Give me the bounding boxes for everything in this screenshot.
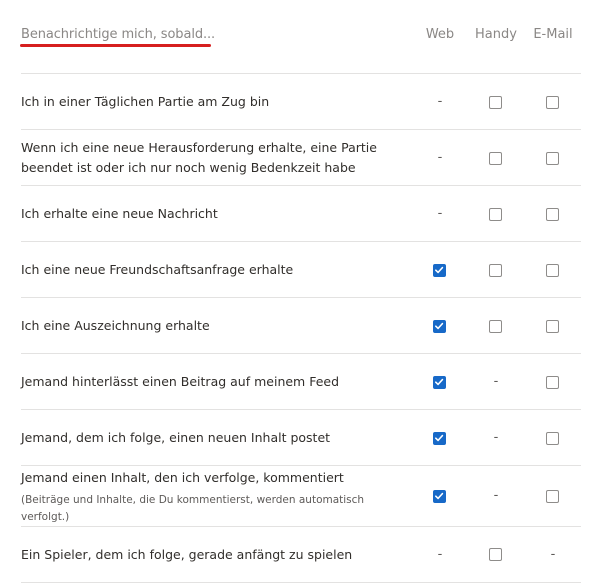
- setting-label: Ich erhalte eine neue Nachricht: [21, 206, 218, 221]
- mobile-unavailable-dash: -: [493, 488, 499, 503]
- web-unavailable-dash: -: [437, 206, 443, 221]
- section-title: Benachrichtige mich, sobald...: [21, 27, 216, 42]
- checkmark-icon: [435, 266, 444, 274]
- setting-row: Ich eine Auszeichnung erhalte: [21, 297, 581, 354]
- email-checkbox[interactable]: [546, 152, 560, 166]
- web-unavailable-dash: -: [437, 150, 443, 165]
- setting-row: Ich erhalte eine neue Nachricht -: [21, 185, 581, 242]
- setting-row: Ich eine neue Freundschaftsanfrage erhal…: [21, 241, 581, 298]
- checkmark-icon: [435, 434, 444, 442]
- web-checkbox[interactable]: [433, 490, 447, 504]
- settings-header: Benachrichtige mich, sobald... Web Handy…: [0, 0, 606, 74]
- setting-row: Jemand einen Inhalt, den ich verfolge, k…: [21, 465, 581, 527]
- setting-label: Ich eine neue Freundschaftsanfrage erhal…: [21, 262, 294, 277]
- mobile-checkbox[interactable]: [489, 96, 503, 110]
- column-header-mobile: Handy: [475, 27, 517, 42]
- setting-label-line: Wenn ich eine neue Herausforderung erhal…: [21, 140, 377, 155]
- active-tab-underline: [20, 44, 211, 47]
- web-checkbox[interactable]: [433, 320, 447, 334]
- checkmark-icon: [435, 322, 444, 330]
- mobile-unavailable-dash: -: [493, 430, 499, 445]
- mobile-checkbox[interactable]: [489, 208, 503, 222]
- email-unavailable-dash: -: [550, 547, 556, 562]
- column-header-web: Web: [425, 27, 455, 42]
- setting-label-line: beendet ist oder ich nur noch wenig Bede…: [21, 160, 356, 175]
- mobile-checkbox[interactable]: [489, 548, 503, 562]
- setting-label: Ich in einer Täglichen Partie am Zug bin: [21, 94, 270, 109]
- web-unavailable-dash: -: [437, 94, 443, 109]
- setting-label: Jemand, dem ich folge, einen neuen Inhal…: [21, 430, 331, 445]
- email-checkbox[interactable]: [546, 208, 560, 222]
- mobile-checkbox[interactable]: [489, 152, 503, 166]
- setting-note-line: (Beiträge und Inhalte, die Du kommentier…: [21, 494, 365, 506]
- checkmark-icon: [435, 378, 444, 386]
- setting-label: Jemand einen Inhalt, den ich verfolge, k…: [21, 470, 344, 485]
- setting-row: Ein Spieler, dem ich folge, gerade anfän…: [21, 526, 581, 583]
- bottom-divider: [21, 582, 581, 583]
- web-checkbox[interactable]: [433, 264, 447, 278]
- setting-row: Ich in einer Täglichen Partie am Zug bin…: [21, 73, 581, 130]
- setting-row: Jemand hinterlässt einen Beitrag auf mei…: [21, 353, 581, 410]
- setting-label: Jemand hinterlässt einen Beitrag auf mei…: [21, 374, 340, 389]
- email-checkbox[interactable]: [546, 320, 560, 334]
- web-unavailable-dash: -: [437, 547, 443, 562]
- email-checkbox[interactable]: [546, 432, 560, 446]
- email-checkbox[interactable]: [546, 376, 560, 390]
- setting-note-line: verfolgt.): [21, 511, 70, 523]
- mobile-checkbox[interactable]: [489, 320, 503, 334]
- web-checkbox[interactable]: [433, 376, 447, 390]
- setting-label: Ich eine Auszeichnung erhalte: [21, 318, 210, 333]
- setting-row: Wenn ich eine neue Herausforderung erhal…: [21, 129, 581, 186]
- email-checkbox[interactable]: [546, 490, 560, 504]
- setting-label: Ein Spieler, dem ich folge, gerade anfän…: [21, 547, 353, 562]
- mobile-unavailable-dash: -: [493, 374, 499, 389]
- web-checkbox[interactable]: [433, 432, 447, 446]
- checkmark-icon: [435, 492, 444, 500]
- email-checkbox[interactable]: [546, 264, 560, 278]
- notification-settings-panel: Benachrichtige mich, sobald... Web Handy…: [0, 0, 606, 584]
- column-header-email: E-Mail: [533, 27, 573, 42]
- setting-row: Jemand, dem ich folge, einen neuen Inhal…: [21, 409, 581, 466]
- mobile-checkbox[interactable]: [489, 264, 503, 278]
- email-checkbox[interactable]: [546, 96, 560, 110]
